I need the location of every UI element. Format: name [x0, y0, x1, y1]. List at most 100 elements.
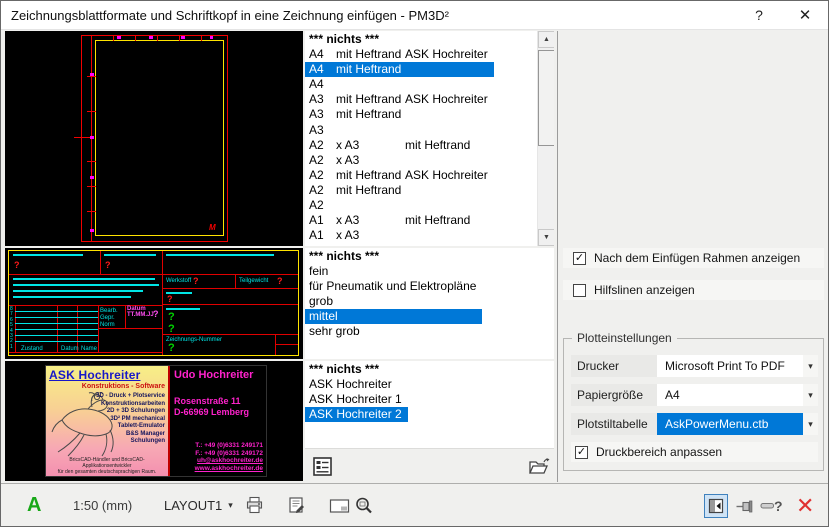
titleblock-listbox[interactable]: *** nichts *** ASK Hochreiter ASK Hochre… — [305, 361, 554, 448]
logo-preview: ASK Hochreiter Konstruktions - Software — [5, 361, 303, 481]
logo-service-item: B&S Manager — [96, 431, 165, 439]
list-item[interactable]: A2mit HeftrandASK Hochreiter — [305, 168, 494, 183]
paper-select[interactable]: A4 — [657, 384, 803, 406]
format-listbox[interactable]: *** nichts *** A4mit HeftrandASK Hochrei… — [305, 31, 554, 246]
paper-label: Papiergröße — [571, 384, 657, 406]
printer-select[interactable]: Microsoft Print To PDF — [657, 355, 803, 377]
print-button[interactable] — [241, 484, 267, 527]
chevron-down-icon[interactable]: ▾ — [803, 361, 818, 372]
option-show-frame[interactable]: ✓ Nach dem Einfügen Rahmen anzeigen — [563, 248, 824, 268]
dock-toggle-button[interactable] — [704, 494, 728, 518]
list-item[interactable]: ASK Hochreiter — [305, 377, 408, 392]
list-item[interactable]: A3mit HeftrandASK Hochreiter — [305, 92, 494, 107]
scrollbar[interactable]: ▲ ▼ — [537, 31, 554, 246]
chevron-down-icon[interactable]: ▾ — [803, 390, 818, 401]
annotation-toggle[interactable]: A — [27, 484, 41, 527]
list-item[interactable]: A2x A3 — [305, 153, 494, 168]
list-item[interactable]: mittel — [305, 309, 482, 324]
page-setup-icon — [287, 496, 306, 515]
zoom-preview-button[interactable] — [351, 484, 377, 527]
close-button[interactable]: ✕ — [796, 484, 814, 527]
logo-service-item: Tablett-Emulator — [96, 423, 165, 431]
titlebar-close-button[interactable]: ✕ — [788, 1, 822, 29]
help-button[interactable]: ? — [774, 484, 783, 527]
checkbox-label: Nach dem Einfügen Rahmen anzeigen — [594, 251, 800, 265]
checkbox-fit-area[interactable]: ✓ — [575, 446, 588, 459]
logo-service-item: Konstruktionsarbeiten — [96, 401, 165, 409]
logo-service-item: 3D² PM mechanical — [96, 416, 165, 424]
list-item[interactable]: ASK Hochreiter 2 — [305, 407, 408, 422]
printer-icon — [245, 496, 264, 515]
logo-address1: Rosenstraße 11 — [174, 396, 249, 407]
list-item[interactable]: ASK Hochreiter 1 — [305, 392, 408, 407]
paper-row: Papiergröße A4 ▾ — [571, 384, 818, 406]
style-table-row: Plotstiltabelle AskPowerMenu.ctb ▾ — [571, 413, 818, 435]
scale-display[interactable]: 1:50 (mm) — [73, 484, 132, 527]
list-item[interactable]: A2 — [305, 198, 494, 213]
minimize-icon — [760, 502, 775, 510]
sheet-corner-mark: M — [209, 223, 216, 232]
list-item[interactable]: A2mit Heftrand — [305, 183, 494, 198]
open-folder-icon — [528, 457, 550, 476]
checkbox-show-frame[interactable]: ✓ — [573, 252, 586, 265]
titlebar: Zeichnungsblattformate und Schriftkopf i… — [1, 1, 828, 30]
scrollbar-thumb[interactable] — [538, 50, 554, 146]
edit-titleblock-button[interactable] — [310, 454, 334, 478]
form-icon — [312, 456, 333, 477]
printer-label: Drucker — [571, 355, 657, 377]
lineweight-listbox[interactable]: *** nichts *** fein für Pneumatik und El… — [305, 248, 554, 359]
list-item[interactable]: grob — [305, 294, 482, 309]
printer-row: Drucker Microsoft Print To PDF ▾ — [571, 355, 818, 377]
page-setup-button[interactable] — [283, 484, 309, 527]
titleblock-list: *** nichts *** ASK Hochreiter ASK Hochre… — [305, 361, 408, 422]
list-item[interactable]: *** nichts *** — [305, 362, 408, 377]
fit-area-row[interactable]: ✓ Druckbereich anpassen — [571, 442, 818, 462]
style-table-label: Plotstiltabelle — [571, 413, 657, 435]
list-item[interactable]: A4mit Heftrand — [305, 62, 494, 77]
scroll-up-button[interactable]: ▲ — [538, 31, 554, 48]
list-item[interactable]: A4 — [305, 77, 494, 92]
sheet-format-preview: M — [5, 31, 303, 246]
checkbox-show-guides[interactable] — [573, 284, 586, 297]
list-item[interactable]: A1x A3mit Heftrand — [305, 213, 494, 228]
list-item[interactable]: A3 — [305, 123, 494, 138]
logo-service-item: Schulungen — [96, 438, 165, 446]
logo-address2: D-66969 Lemberg — [174, 407, 249, 418]
list-item[interactable]: *** nichts *** — [305, 249, 482, 264]
paper-space-button[interactable] — [326, 484, 352, 527]
plot-settings-group: Plotteinstellungen Drucker Microsoft Pri… — [563, 338, 824, 471]
chevron-down-icon[interactable]: ▾ — [803, 419, 818, 430]
vertical-divider — [557, 31, 558, 482]
logo-phone: T.: +49 (0)6331 249171 — [195, 442, 263, 450]
titlebar-help-button[interactable]: ? — [742, 1, 776, 29]
layout-selector[interactable]: LAYOUT1 ▾ — [164, 484, 233, 527]
logo-fax: F.: +49 (0)6331 249172 — [195, 450, 263, 458]
group-title: Plotteinstellungen — [572, 331, 677, 345]
list-item[interactable]: für Pneumatik und Elektropläne — [305, 279, 482, 294]
logo-company-name: ASK Hochreiter — [49, 368, 141, 382]
status-toolbar: A 1:50 (mm) LAYOUT1 ▾ — [1, 483, 828, 527]
option-show-guides[interactable]: Hilfslinen anzeigen — [563, 280, 824, 300]
checkbox-label: Druckbereich anpassen — [596, 445, 722, 459]
list-item[interactable]: A4mit HeftrandASK Hochreiter — [305, 47, 494, 62]
list-toolbar — [305, 448, 554, 481]
open-titleblock-button[interactable] — [527, 454, 551, 478]
logo-tagline: Konstruktions - Software — [82, 383, 165, 390]
list-item[interactable]: A1x A3 — [305, 228, 494, 243]
paper-icon — [329, 498, 350, 514]
logo-service-item: 3D - Druck + Plotservice — [96, 393, 165, 401]
scroll-down-button[interactable]: ▼ — [538, 229, 554, 246]
logo-footer-line1: BricsCAD-Händler und BricsCAD-Applikatio… — [46, 457, 168, 469]
list-item[interactable]: *** nichts *** — [305, 32, 494, 47]
lineweight-list: *** nichts *** fein für Pneumatik und El… — [305, 248, 482, 340]
sheet-inner-frame — [95, 40, 224, 236]
list-item[interactable]: A2x A3mit Heftrand — [305, 138, 494, 153]
list-item[interactable]: A3mit Heftrand — [305, 107, 494, 122]
field-werkstoff: Werkstoff — [166, 278, 191, 284]
logo-contact-name: Udo Hochreiter — [174, 369, 253, 381]
list-item[interactable]: sehr grob — [305, 324, 482, 339]
list-item[interactable]: fein — [305, 264, 482, 279]
style-table-select[interactable]: AskPowerMenu.ctb — [657, 413, 803, 435]
window-title: Zeichnungsblattformate und Schriftkopf i… — [11, 8, 449, 23]
format-list: *** nichts *** A4mit HeftrandASK Hochrei… — [305, 31, 494, 243]
